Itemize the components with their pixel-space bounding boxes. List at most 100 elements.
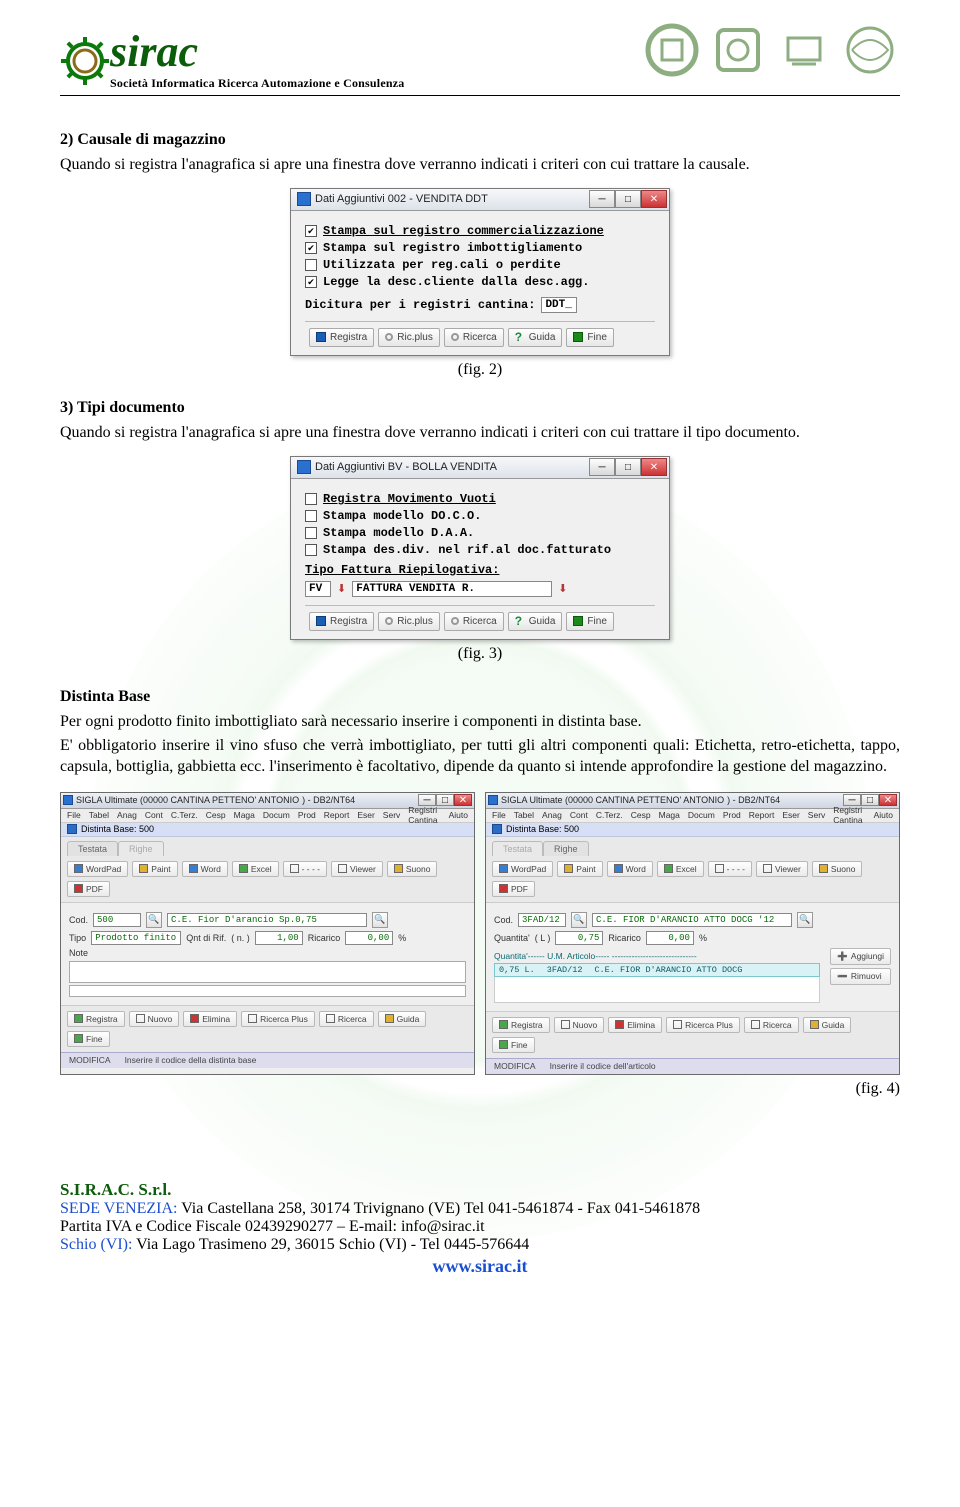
maximize-button[interactable]: □ <box>615 458 641 476</box>
section2-title: 2) Causale di magazzino <box>60 130 900 151</box>
fine-button[interactable]: Fine <box>566 612 613 631</box>
elimina-button[interactable]: Elimina <box>183 1011 237 1027</box>
close-button[interactable]: ✕ <box>454 794 472 806</box>
tab-righe[interactable]: Righe <box>118 841 164 856</box>
tab-righe[interactable]: Righe <box>543 841 589 856</box>
ricerca-button[interactable]: Ricerca <box>444 328 504 347</box>
tipo-input[interactable]: Prodotto finito <box>91 931 181 945</box>
btn-viewer[interactable]: Viewer <box>331 861 383 877</box>
lookup-icon[interactable]: 🔍 <box>571 912 587 928</box>
dialog-dati-aggiuntivi-002: Dati Aggiuntivi 002 - VENDITA DDT ─ □ ✕ … <box>290 188 670 356</box>
ricarico-input[interactable]: 0,00 <box>345 931 393 945</box>
chk-registra-vuoti[interactable] <box>305 493 317 505</box>
window-icon <box>297 192 311 206</box>
fine-button[interactable]: Fine <box>566 328 613 347</box>
tipofatt-desc-input[interactable]: FATTURA VENDITA R. <box>352 581 552 597</box>
app1-menubar[interactable]: FileTabelAnagContC.Terz.CespMagaDocumPro… <box>61 809 474 823</box>
page-header: sirac Società Informatica Ricerca Automa… <box>60 30 900 110</box>
tab-testata[interactable]: Testata <box>492 841 543 856</box>
nuovo-button[interactable]: Nuovo <box>129 1011 180 1027</box>
note-textarea-2[interactable] <box>69 985 466 997</box>
guida-button[interactable]: Guida <box>378 1011 427 1027</box>
lookup-icon[interactable]: 🔍 <box>372 912 388 928</box>
btn-dash[interactable]: - - - - <box>708 861 752 877</box>
distinta-p2: E' obbligatorio inserire il vino sfuso c… <box>60 736 900 778</box>
btn-wordpad[interactable]: WordPad <box>67 861 128 877</box>
btn-excel[interactable]: Excel <box>232 861 279 877</box>
minimize-button[interactable]: ─ <box>589 190 615 208</box>
qta-input[interactable]: 0,75 <box>555 931 603 945</box>
chk-stampa-imbottigliamento[interactable] <box>305 242 317 254</box>
lookup-icon[interactable]: 🔍 <box>146 912 162 928</box>
btn-suono[interactable]: Suono <box>387 861 438 877</box>
chk-stampa-daa[interactable] <box>305 527 317 539</box>
tab-testata[interactable]: Testata <box>67 841 118 856</box>
rimuovi-button[interactable]: ➖Rimuovi <box>830 968 891 985</box>
ricplus-button[interactable]: Ricerca Plus <box>666 1017 740 1033</box>
cod-desc-input[interactable]: C.E. FIOR D'ARANCIO ATTO DOCG '12 <box>592 913 792 927</box>
detail-row[interactable]: 0,75 L. 3FAD/12 C.E. FIOR D'ARANCIO ATTO… <box>494 963 820 977</box>
registra-button[interactable]: Registra <box>67 1011 125 1027</box>
registra-button[interactable]: Registra <box>492 1017 550 1033</box>
dialog2-titlebar[interactable]: Dati Aggiuntivi BV - BOLLA VENDITA ─ □ ✕ <box>291 457 669 479</box>
ricplus-button[interactable]: Ricerca Plus <box>241 1011 315 1027</box>
btn-word[interactable]: Word <box>182 861 228 877</box>
cod-input[interactable]: 500 <box>93 913 141 927</box>
chk-legge-desc-cliente[interactable] <box>305 276 317 288</box>
btn-suono[interactable]: Suono <box>812 861 863 877</box>
minimize-button[interactable]: ─ <box>589 458 615 476</box>
registra-button[interactable]: Registra <box>309 328 374 347</box>
close-button[interactable]: ✕ <box>879 794 897 806</box>
btn-viewer[interactable]: Viewer <box>756 861 808 877</box>
app1-statusbar: MODIFICA Inserire il codice della distin… <box>61 1052 474 1068</box>
qnt-input[interactable]: 1,00 <box>255 931 303 945</box>
ricerca-button[interactable]: Ricerca <box>744 1017 799 1033</box>
chk-stampa-doco[interactable] <box>305 510 317 522</box>
cod-input[interactable]: 3FAD/12 <box>518 913 566 927</box>
ricplus-button[interactable]: Ric.plus <box>378 612 440 631</box>
btn-pdf[interactable]: PDF <box>67 881 110 897</box>
btn-excel[interactable]: Excel <box>657 861 704 877</box>
chk-reg-cali-perdite[interactable] <box>305 259 317 271</box>
fine-button[interactable]: Fine <box>67 1031 110 1047</box>
btn-wordpad[interactable]: WordPad <box>492 861 553 877</box>
dicitura-label: Dicitura per i registri cantina: <box>305 298 535 312</box>
chk-stampa-desdiv[interactable] <box>305 544 317 556</box>
ricerca-button[interactable]: Ricerca <box>444 612 504 631</box>
app-icon <box>488 795 498 805</box>
lookup-icon[interactable]: 🔍 <box>797 912 813 928</box>
btn-paint[interactable]: Paint <box>132 861 177 877</box>
tipofatt-code-input[interactable]: FV <box>305 581 331 597</box>
ricerca-button[interactable]: Ricerca <box>319 1011 374 1027</box>
dialog1-titlebar[interactable]: Dati Aggiuntivi 002 - VENDITA DDT ─ □ ✕ <box>291 189 669 211</box>
footer-company: S.I.R.A.C. S.r.l. <box>60 1180 900 1200</box>
ricplus-button[interactable]: Ric.plus <box>378 328 440 347</box>
btn-paint[interactable]: Paint <box>557 861 602 877</box>
guida-button[interactable]: Guida <box>803 1017 852 1033</box>
close-button[interactable]: ✕ <box>641 458 667 476</box>
cod-desc-input[interactable]: C.E. Fior D'arancio Sp.0,75 <box>167 913 367 927</box>
chk-stampa-commercializzazione[interactable] <box>305 225 317 237</box>
guida-button[interactable]: ?Guida <box>508 328 563 347</box>
fine-button[interactable]: Fine <box>492 1037 535 1053</box>
distinta-p1: Per ogni prodotto finito imbottigliato s… <box>60 712 900 733</box>
figure3-label: (fig. 3) <box>60 644 900 665</box>
btn-dash[interactable]: - - - - <box>283 861 327 877</box>
detail-empty-area <box>494 977 820 1003</box>
ricarico-input[interactable]: 0,00 <box>646 931 694 945</box>
maximize-button[interactable]: □ <box>615 190 641 208</box>
guida-button[interactable]: ?Guida <box>508 612 563 631</box>
brand-name: sirac <box>110 30 404 74</box>
app-distinta-base-right: SIGLA Ultimate (00000 CANTINA PETTENO' A… <box>485 792 900 1075</box>
dicitura-input[interactable]: DDT_ <box>541 297 577 313</box>
aggiungi-button[interactable]: ➕Aggiungi <box>830 948 891 965</box>
nuovo-button[interactable]: Nuovo <box>554 1017 605 1033</box>
registra-button[interactable]: Registra <box>309 612 374 631</box>
btn-pdf[interactable]: PDF <box>492 881 535 897</box>
btn-word[interactable]: Word <box>607 861 653 877</box>
close-button[interactable]: ✕ <box>641 190 667 208</box>
app2-menubar[interactable]: FileTabelAnagContC.Terz.CespMagaDocumPro… <box>486 809 899 823</box>
section3-text: Quando si registra l'anagrafica si apre … <box>60 423 900 444</box>
elimina-button[interactable]: Elimina <box>608 1017 662 1033</box>
note-textarea[interactable] <box>69 961 466 983</box>
